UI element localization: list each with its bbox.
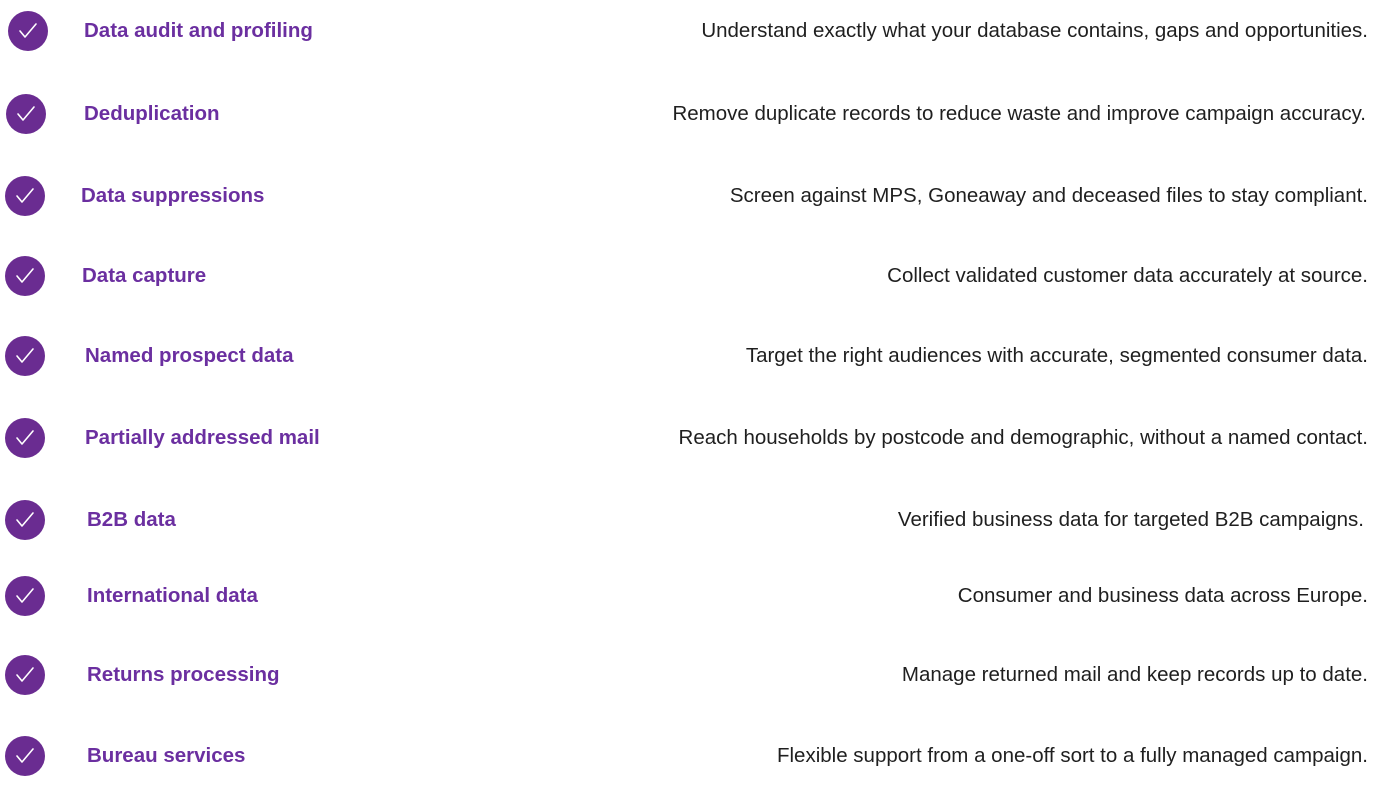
service-description: Consumer and business data across Europe… xyxy=(957,584,1368,607)
service-name: Deduplication xyxy=(84,102,220,125)
checkmark-circle-icon xyxy=(5,418,45,458)
service-name: Named prospect data xyxy=(85,344,294,367)
service-row: Returns processing Manage returned mail … xyxy=(0,645,1387,705)
service-row: Data audit and profiling Understand exac… xyxy=(0,1,1387,61)
service-description: Flexible support from a one-off sort to … xyxy=(776,744,1368,767)
checkmark-circle-icon xyxy=(8,11,48,51)
checkmark-circle-icon xyxy=(5,256,45,296)
service-description: Reach households by postcode and demogra… xyxy=(678,426,1368,449)
service-description: Verified business data for targeted B2B … xyxy=(897,508,1364,531)
service-description: Screen against MPS, Goneaway and decease… xyxy=(729,184,1368,207)
service-row: Deduplication Remove duplicate records t… xyxy=(0,84,1387,144)
service-row: Partially addressed mail Reach household… xyxy=(0,408,1387,468)
service-name: Partially addressed mail xyxy=(85,426,320,449)
service-row: B2B data Verified business data for targ… xyxy=(0,490,1387,550)
checkmark-circle-icon xyxy=(5,736,45,776)
checkmark-circle-icon xyxy=(5,576,45,616)
checkmark-circle-icon xyxy=(5,176,45,216)
service-description: Manage returned mail and keep records up… xyxy=(901,663,1368,686)
service-name: International data xyxy=(87,584,258,607)
checkmark-circle-icon xyxy=(5,655,45,695)
service-description: Collect validated customer data accurate… xyxy=(887,264,1368,287)
service-description: Target the right audiences with accurate… xyxy=(745,344,1368,367)
service-row: International data Consumer and business… xyxy=(0,566,1387,626)
service-name: Data suppressions xyxy=(81,184,265,207)
checkmark-circle-icon xyxy=(5,500,45,540)
service-row: Data capture Collect validated customer … xyxy=(0,246,1387,306)
service-name: Data capture xyxy=(82,264,207,287)
checkmark-circle-icon xyxy=(5,336,45,376)
service-row: Data suppressions Screen against MPS, Go… xyxy=(0,166,1387,226)
service-name: Returns processing xyxy=(87,663,280,686)
service-name: B2B data xyxy=(87,508,176,531)
service-description: Understand exactly what your database co… xyxy=(701,19,1368,42)
checkmark-circle-icon xyxy=(6,94,46,134)
service-name: Bureau services xyxy=(87,744,246,767)
service-row: Bureau services Flexible support from a … xyxy=(0,726,1387,786)
service-name: Data audit and profiling xyxy=(84,19,313,42)
service-description: Remove duplicate records to reduce waste… xyxy=(672,102,1366,125)
service-row: Named prospect data Target the right aud… xyxy=(0,326,1387,386)
